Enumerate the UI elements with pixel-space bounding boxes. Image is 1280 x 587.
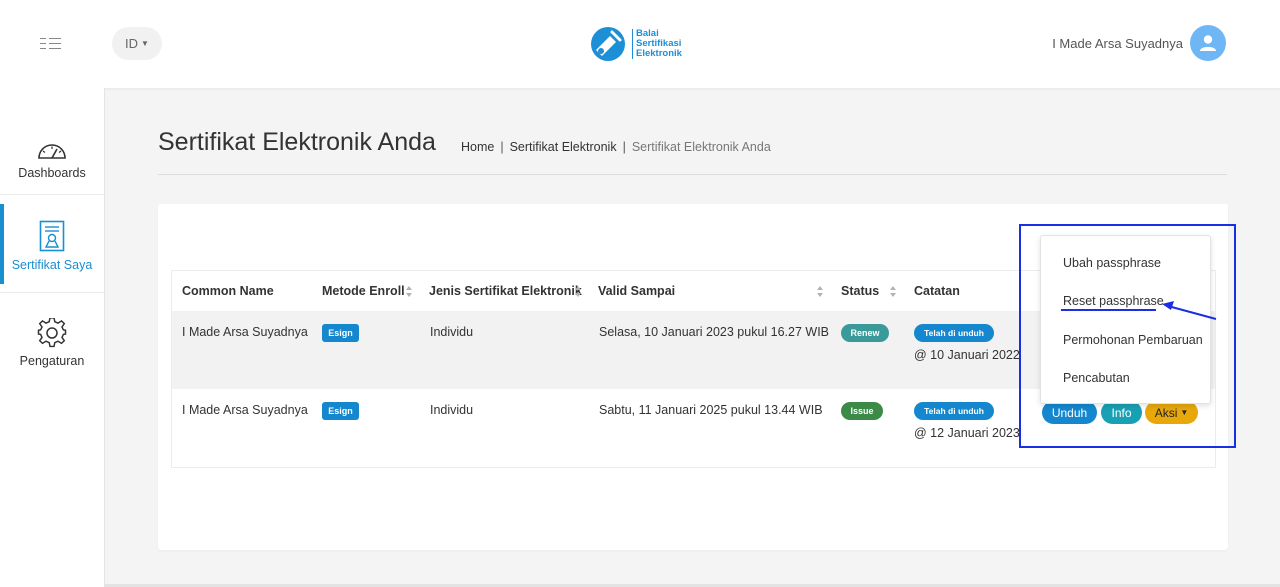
method-badge: Esign <box>322 402 359 420</box>
logo-text-line: Elektronik <box>636 48 682 59</box>
sidebar-item-sertifikat-saya[interactable]: Sertifikat Saya <box>0 218 104 272</box>
user-menu[interactable]: I Made Arsa Suyadnya <box>1052 25 1226 61</box>
language-label: ID <box>125 36 139 51</box>
type-cell: Individu <box>430 403 474 417</box>
column-header-common-name[interactable]: Common Name <box>182 284 274 298</box>
breadcrumb-home[interactable]: Home <box>461 140 494 154</box>
note-badge: Telah di unduh <box>914 324 994 342</box>
annotation-underline <box>1061 309 1156 311</box>
sort-icon[interactable] <box>575 286 582 297</box>
column-header-status[interactable]: Status <box>841 284 879 298</box>
sort-icon[interactable] <box>817 286 824 297</box>
gauge-icon <box>37 126 67 160</box>
column-header-metode-enroll[interactable]: Metode Enroll <box>322 284 405 298</box>
method-badge: Esign <box>322 324 359 342</box>
sidebar-divider <box>0 292 104 293</box>
breadcrumb-current: Sertifikat Elektronik Anda <box>631 140 771 154</box>
valid-until-cell: Sabtu, 11 Januari 2025 pukul 13.44 WIB <box>599 403 823 417</box>
breadcrumb-sertifikat-elektronik[interactable]: Sertifikat Elektronik <box>510 140 617 154</box>
top-navbar: ID ▼ Balai Sertifikasi Elektronik I Made… <box>0 0 1280 88</box>
page-title: Sertifikat Elektronik Anda <box>158 128 436 156</box>
sort-icon[interactable] <box>406 286 413 297</box>
breadcrumb: Home | Sertifikat Elektronik | Sertifika… <box>461 140 771 154</box>
bsre-logo-icon <box>591 27 625 61</box>
certificate-icon <box>39 218 65 252</box>
common-name-cell: I Made Arsa Suyadnya <box>182 403 308 417</box>
sidebar-item-label: Sertifikat Saya <box>11 258 93 272</box>
sidebar-item-label: Dashboards <box>18 166 86 180</box>
sidebar-divider <box>0 194 104 195</box>
sidebar-item-pengaturan[interactable]: Pengaturan <box>0 314 104 368</box>
annotation-highlight-box <box>1019 224 1236 448</box>
breadcrumb-separator: | <box>500 140 504 154</box>
column-header-jenis-sertifikat[interactable]: Jenis Sertifikat Elektronik <box>429 284 582 298</box>
type-cell: Individu <box>430 325 474 339</box>
menu-toggle-icon[interactable] <box>40 36 62 52</box>
breadcrumb-separator: | <box>622 140 626 154</box>
column-header-catatan[interactable]: Catatan <box>914 284 960 298</box>
caret-down-icon: ▼ <box>141 39 149 48</box>
language-selector[interactable]: ID ▼ <box>112 27 162 60</box>
column-header-valid-sampai[interactable]: Valid Sampai <box>598 284 675 298</box>
user-icon <box>1200 35 1216 51</box>
bsre-logo[interactable]: Balai Sertifikasi Elektronik <box>590 24 682 64</box>
sidebar-item-label: Pengaturan <box>19 354 85 368</box>
divider <box>158 174 1227 175</box>
annotation-arrow-icon <box>1162 301 1217 320</box>
sort-icon[interactable] <box>890 286 897 297</box>
avatar[interactable] <box>1190 25 1226 61</box>
status-badge: Renew <box>841 324 889 342</box>
status-badge: Issue <box>841 402 883 420</box>
note-date: @ 12 Januari 2023 <box>914 426 1020 440</box>
user-name: I Made Arsa Suyadnya <box>1052 35 1183 51</box>
common-name-cell: I Made Arsa Suyadnya <box>182 325 308 339</box>
note-date: @ 10 Januari 2022 <box>914 348 1020 362</box>
gear-icon <box>37 314 67 348</box>
note-badge: Telah di unduh <box>914 402 994 420</box>
valid-until-cell: Selasa, 10 Januari 2023 pukul 16.27 WIB <box>599 325 830 339</box>
sidebar: Dashboards Sertifikat Saya Pengaturan <box>0 88 105 587</box>
sidebar-item-dashboards[interactable]: Dashboards <box>0 126 104 180</box>
